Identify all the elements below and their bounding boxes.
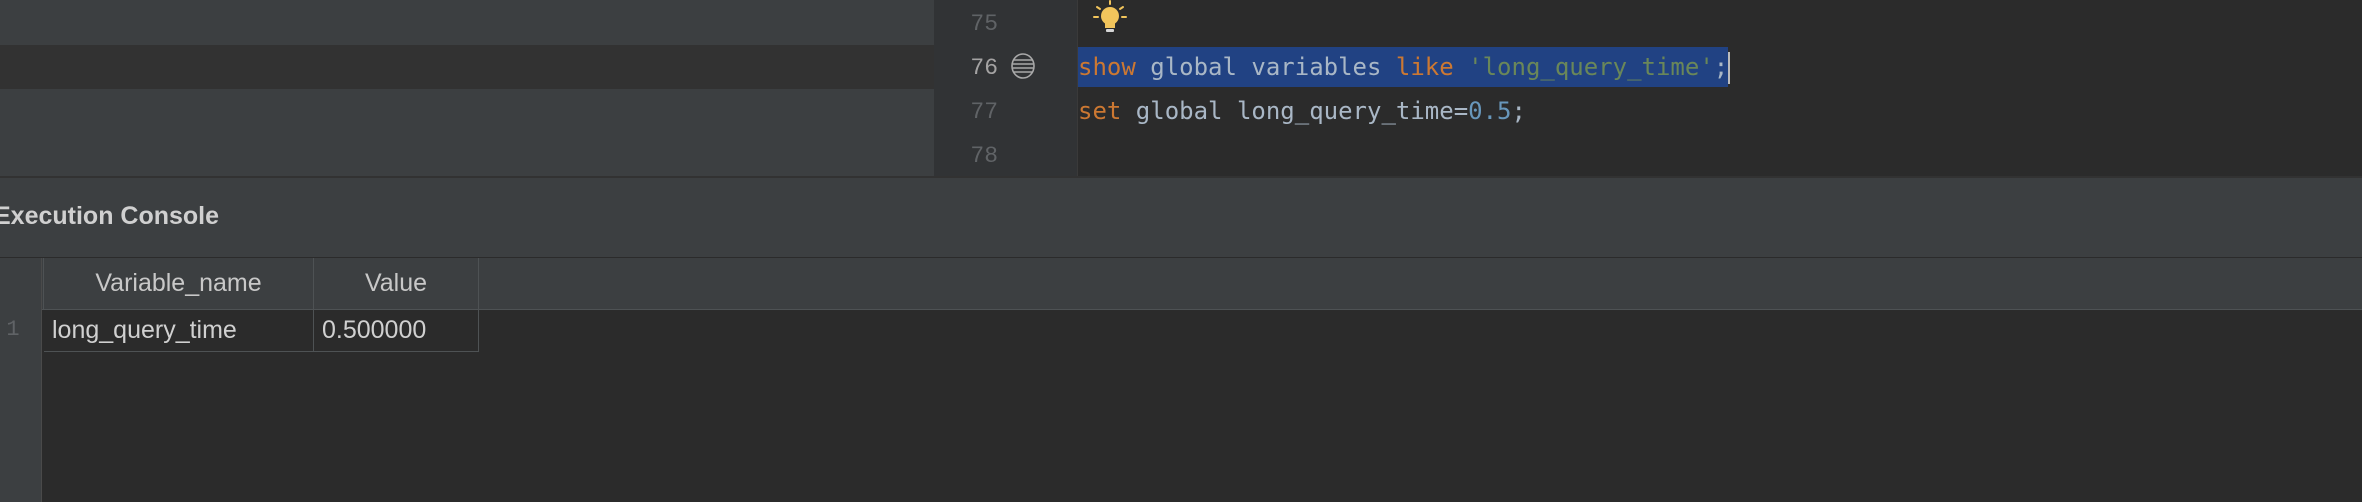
lightbulb-icon[interactable] [1092,0,1128,36]
line-number-77: 77 [970,99,998,125]
column-header-value[interactable]: Value [314,258,479,310]
bookmark-list-icon[interactable] [1010,52,1036,80]
line-number-78: 78 [970,143,998,169]
keyword-show: show [1078,53,1136,81]
row-number: 1 [6,317,20,342]
column-header-variable-name[interactable]: Variable_name [44,258,314,310]
string-literal: 'long_query_time' [1468,53,1714,81]
text-caret [1728,52,1731,84]
semicolon: ; [1713,53,1729,81]
code-line-76[interactable]: show global variables like 'long_query_t… [1078,45,1731,89]
result-table-header: Variable_name Value [0,258,2362,310]
selected-text[interactable]: show global variables like 'long_query_t… [1078,47,1729,87]
number-literal: 0.5 [1468,97,1512,125]
editor-gutter[interactable]: 75 76 77 78 [934,0,1078,176]
table-cell-variable-name[interactable]: long_query_time [44,310,314,352]
row-number-gutter [0,258,42,502]
console-header: Execution Console [0,178,2362,258]
line-number-76: 76 [970,55,998,81]
code-editor[interactable]: show global variables like 'long_query_t… [1078,0,2362,176]
code-text: global variables [1135,53,1396,81]
line-number-75: 75 [970,11,998,37]
code-text: global long_query_time= [1121,97,1469,125]
table-cell-value[interactable]: 0.500000 [314,310,479,352]
semicolon: ; [1511,97,1526,125]
console-title: Execution Console [0,202,220,230]
code-line-77[interactable]: set global long_query_time=0.5; [1078,89,1526,133]
keyword-like: like [1395,53,1454,81]
keyword-set: set [1078,97,1122,125]
